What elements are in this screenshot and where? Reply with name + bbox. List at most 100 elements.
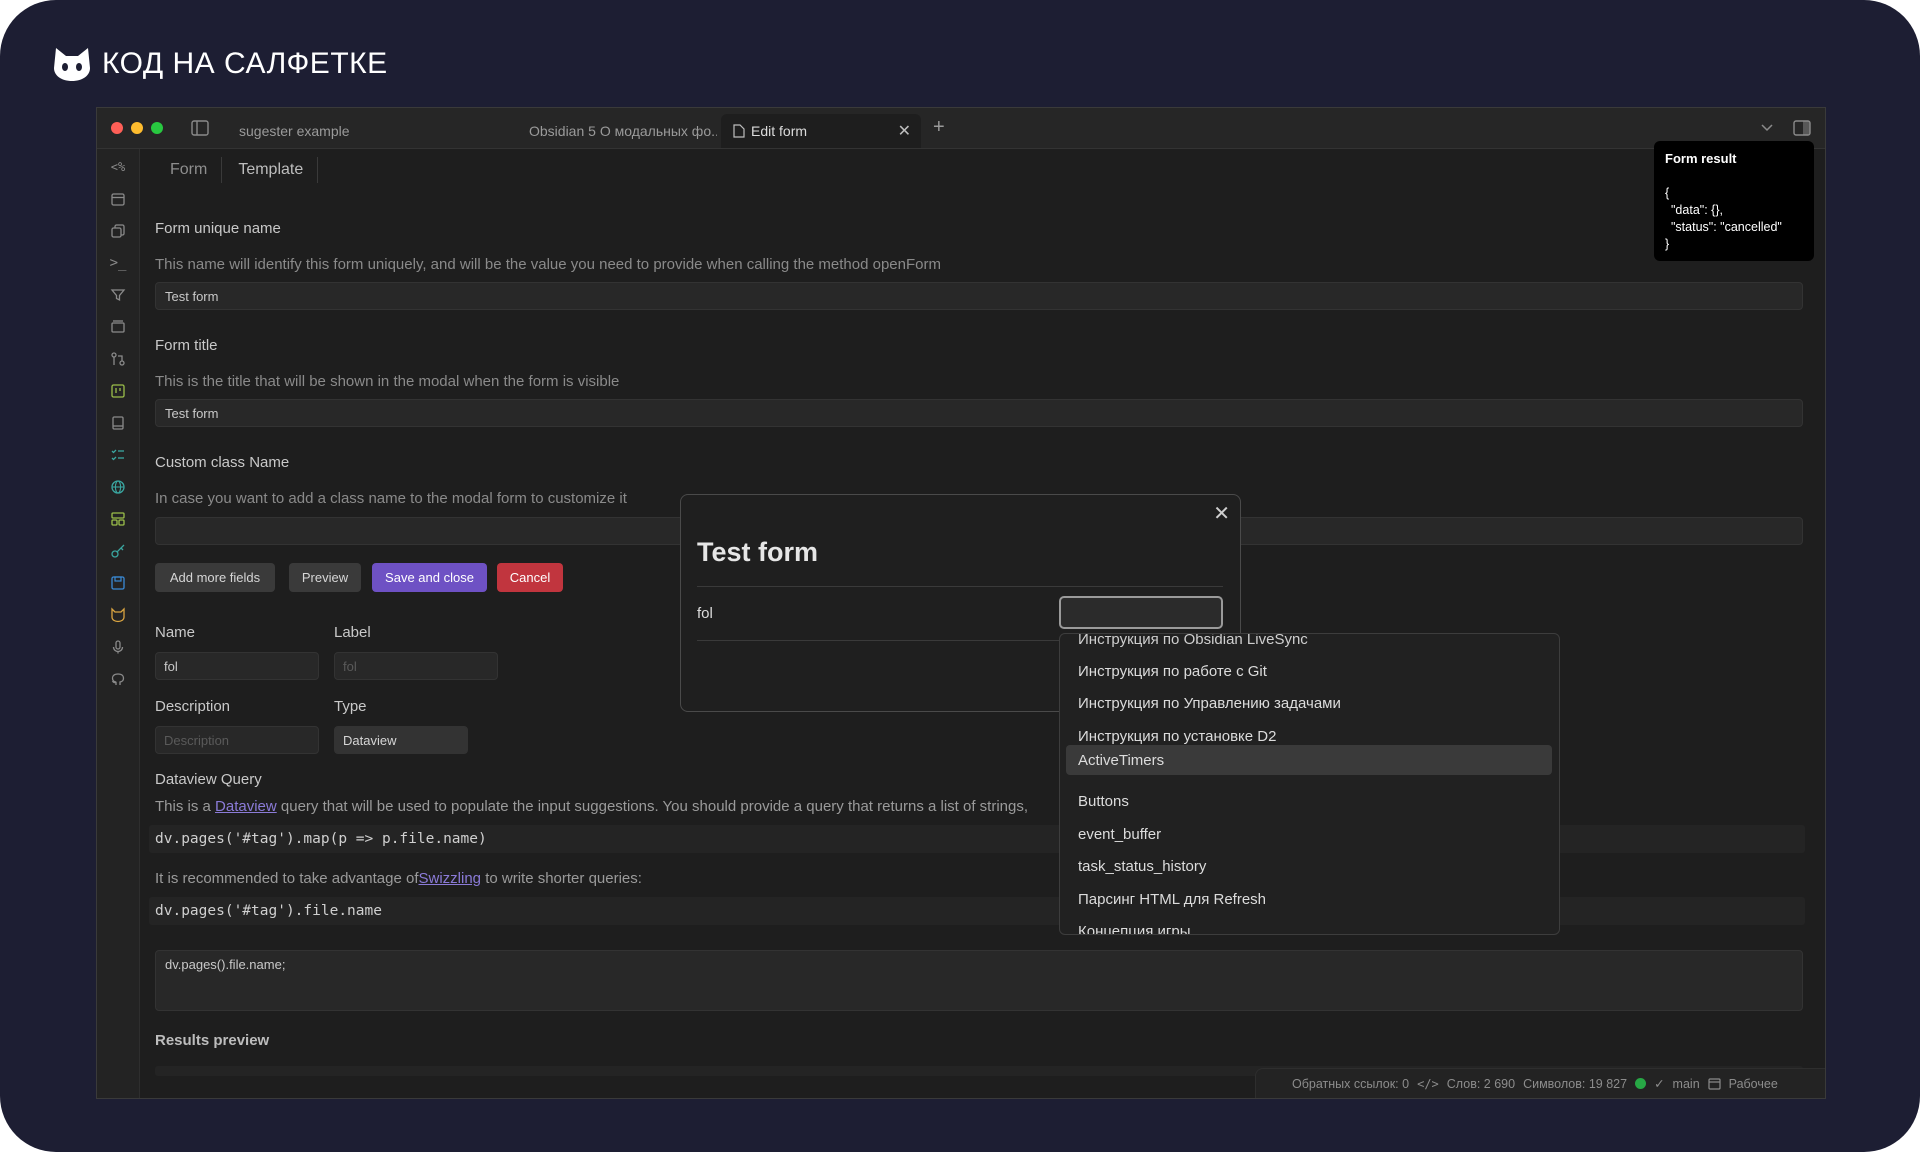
book-icon[interactable]: [108, 413, 128, 433]
sync-status-icon[interactable]: [1635, 1078, 1647, 1089]
suggestion-item[interactable]: Инструкция по работе с Git: [1066, 656, 1552, 686]
suggestion-item-highlighted[interactable]: ActiveTimers: [1066, 745, 1552, 775]
field-description-label: Description: [155, 698, 231, 715]
tab-label: sugester example: [239, 123, 350, 139]
workspace-icon: [1708, 1077, 1721, 1090]
toast-line: }: [1665, 237, 1670, 251]
workspace-name[interactable]: Рабочее: [1729, 1077, 1778, 1091]
field-type-select[interactable]: Dataview: [334, 726, 468, 754]
form-title-input[interactable]: Test form: [155, 399, 1803, 427]
layout-icon[interactable]: [108, 509, 128, 529]
close-modal-icon[interactable]: ✕: [1213, 501, 1230, 526]
git-compare-icon[interactable]: [108, 349, 128, 369]
unique-name-label: Form unique name: [155, 220, 281, 237]
tab-sugester-example[interactable]: sugester example: [227, 114, 427, 148]
chevron-down-icon[interactable]: [1761, 124, 1773, 132]
filter-icon[interactable]: [108, 285, 128, 305]
tab-label: Edit form: [751, 123, 808, 139]
screenshot-frame: КОД НА САЛФЕТКЕ sugester example Obsidia…: [0, 0, 1920, 1152]
globe-icon[interactable]: [108, 477, 128, 497]
suggestion-item[interactable]: Инструкция по Управлению задачами: [1066, 688, 1552, 718]
swizzle-example-code: dv.pages('#tag').file.name: [155, 903, 382, 919]
close-window-button[interactable]: [111, 122, 123, 134]
field-type-label: Type: [334, 698, 367, 715]
form-result-toast: Form result { "data": {}, "status": "can…: [1654, 141, 1814, 261]
dataview-link[interactable]: Dataview: [215, 798, 277, 815]
toast-line: {: [1665, 186, 1670, 200]
field-label-input[interactable]: fol: [334, 652, 498, 680]
cancel-button[interactable]: Cancel: [497, 563, 563, 592]
view-tabs: Form Template: [154, 157, 319, 183]
dataview-query-description: This is a Dataview query that will be us…: [155, 798, 1028, 815]
suggestion-dropdown: Инструкция по Obsidian LiveSync Инструкц…: [1059, 633, 1560, 935]
add-more-fields-button[interactable]: Add more fields: [155, 563, 275, 592]
field-label-label: Label: [334, 624, 371, 641]
backlinks-count[interactable]: Обратных ссылок: 0: [1292, 1077, 1409, 1091]
modal-field-label: fol: [697, 605, 713, 622]
suggestion-item[interactable]: Buttons: [1066, 786, 1552, 816]
class-name-description: In case you want to add a class name to …: [155, 490, 627, 507]
swizzle-suffix: to write shorter queries:: [481, 870, 642, 887]
tab-edit-form[interactable]: Edit form ✕: [721, 114, 921, 148]
suggestion-item[interactable]: Концепция игры: [1066, 916, 1552, 935]
sidebar-toggle-icon[interactable]: [191, 120, 209, 136]
toast-line: "data": {},: [1671, 203, 1723, 217]
maximize-window-button[interactable]: [151, 122, 163, 134]
file-icon: [733, 124, 745, 138]
dataview-query-textarea[interactable]: dv.pages().file.name;: [155, 950, 1803, 1011]
suggestion-item[interactable]: event_buffer: [1066, 819, 1552, 849]
kanban-icon[interactable]: [108, 381, 128, 401]
word-count: Слов: 2 690: [1446, 1076, 1516, 1091]
terminal-icon[interactable]: >_: [108, 253, 128, 273]
form-title-description: This is the title that will be shown in …: [155, 373, 620, 390]
mic-icon[interactable]: [108, 637, 128, 657]
calendar-icon[interactable]: [108, 189, 128, 209]
swizzling-link[interactable]: Swizzling: [419, 870, 482, 887]
list-checks-icon[interactable]: [108, 445, 128, 465]
cat-icon[interactable]: [108, 605, 128, 625]
dataview-desc-suffix: query that will be used to populate the …: [276, 798, 1029, 815]
tab-template[interactable]: Template: [222, 157, 319, 183]
swizzle-description: It is recommended to take advantage ofSw…: [155, 870, 642, 887]
unique-name-description: This name will identify this form unique…: [155, 256, 941, 273]
dataview-example-code: dv.pages('#tag').map(p => p.file.name): [155, 831, 487, 847]
suggestion-item[interactable]: task_status_history: [1066, 851, 1552, 881]
form-title-label: Form title: [155, 337, 218, 354]
close-tab-icon[interactable]: ✕: [898, 121, 911, 141]
unique-name-input[interactable]: Test form: [155, 282, 1803, 310]
tab-label: Obsidian 5 О модальных фо...: [529, 123, 717, 139]
github-icon[interactable]: [108, 669, 128, 689]
suggestion-item[interactable]: Инструкция по Obsidian LiveSync: [1066, 634, 1552, 654]
modal-title: Test form: [697, 537, 819, 567]
key-icon[interactable]: [108, 541, 128, 561]
new-tab-button[interactable]: +: [933, 116, 945, 139]
save-and-close-button[interactable]: Save and close: [372, 563, 487, 592]
swizzle-prefix: It is recommended to take advantage of: [155, 870, 419, 887]
layers-icon[interactable]: [108, 317, 128, 337]
modal-suggester-input[interactable]: [1059, 596, 1223, 629]
code-icon[interactable]: <%: [108, 157, 128, 177]
copy-icon[interactable]: [108, 221, 128, 241]
field-name-input[interactable]: fol: [155, 652, 319, 680]
brand-name: КОД НА САЛФЕТКЕ: [102, 47, 388, 80]
code-icon[interactable]: </>: [1417, 1077, 1439, 1091]
dataview-desc-prefix: This is a: [155, 798, 216, 815]
check-icon: ✓: [1654, 1077, 1665, 1091]
status-bar: Обратных ссылок: 0 </> Слов: 2 690 Симво…: [1255, 1068, 1825, 1098]
ribbon-sidebar: <% >_: [97, 149, 140, 1098]
minimize-window-button[interactable]: [131, 122, 143, 134]
char-count: Символов: 19 827: [1523, 1076, 1628, 1091]
dataview-query-label: Dataview Query: [155, 771, 262, 788]
suggestion-item[interactable]: Парсинг HTML для Refresh: [1066, 884, 1552, 914]
toast-title: Form result: [1665, 151, 1737, 166]
save-icon[interactable]: [108, 573, 128, 593]
preview-button[interactable]: Preview: [289, 563, 361, 592]
title-bar: sugester example Obsidian 5 О модальных …: [97, 108, 1825, 149]
tab-obsidian-modal[interactable]: Obsidian 5 О модальных фо...: [517, 114, 717, 148]
tab-form[interactable]: Form: [154, 157, 223, 183]
right-sidebar-toggle-icon[interactable]: [1793, 120, 1811, 136]
field-description-input[interactable]: Description: [155, 726, 319, 754]
class-name-label: Custom class Name: [155, 454, 290, 471]
brand: КОД НА САЛФЕТКЕ: [52, 44, 388, 84]
git-branch[interactable]: main: [1673, 1077, 1700, 1091]
